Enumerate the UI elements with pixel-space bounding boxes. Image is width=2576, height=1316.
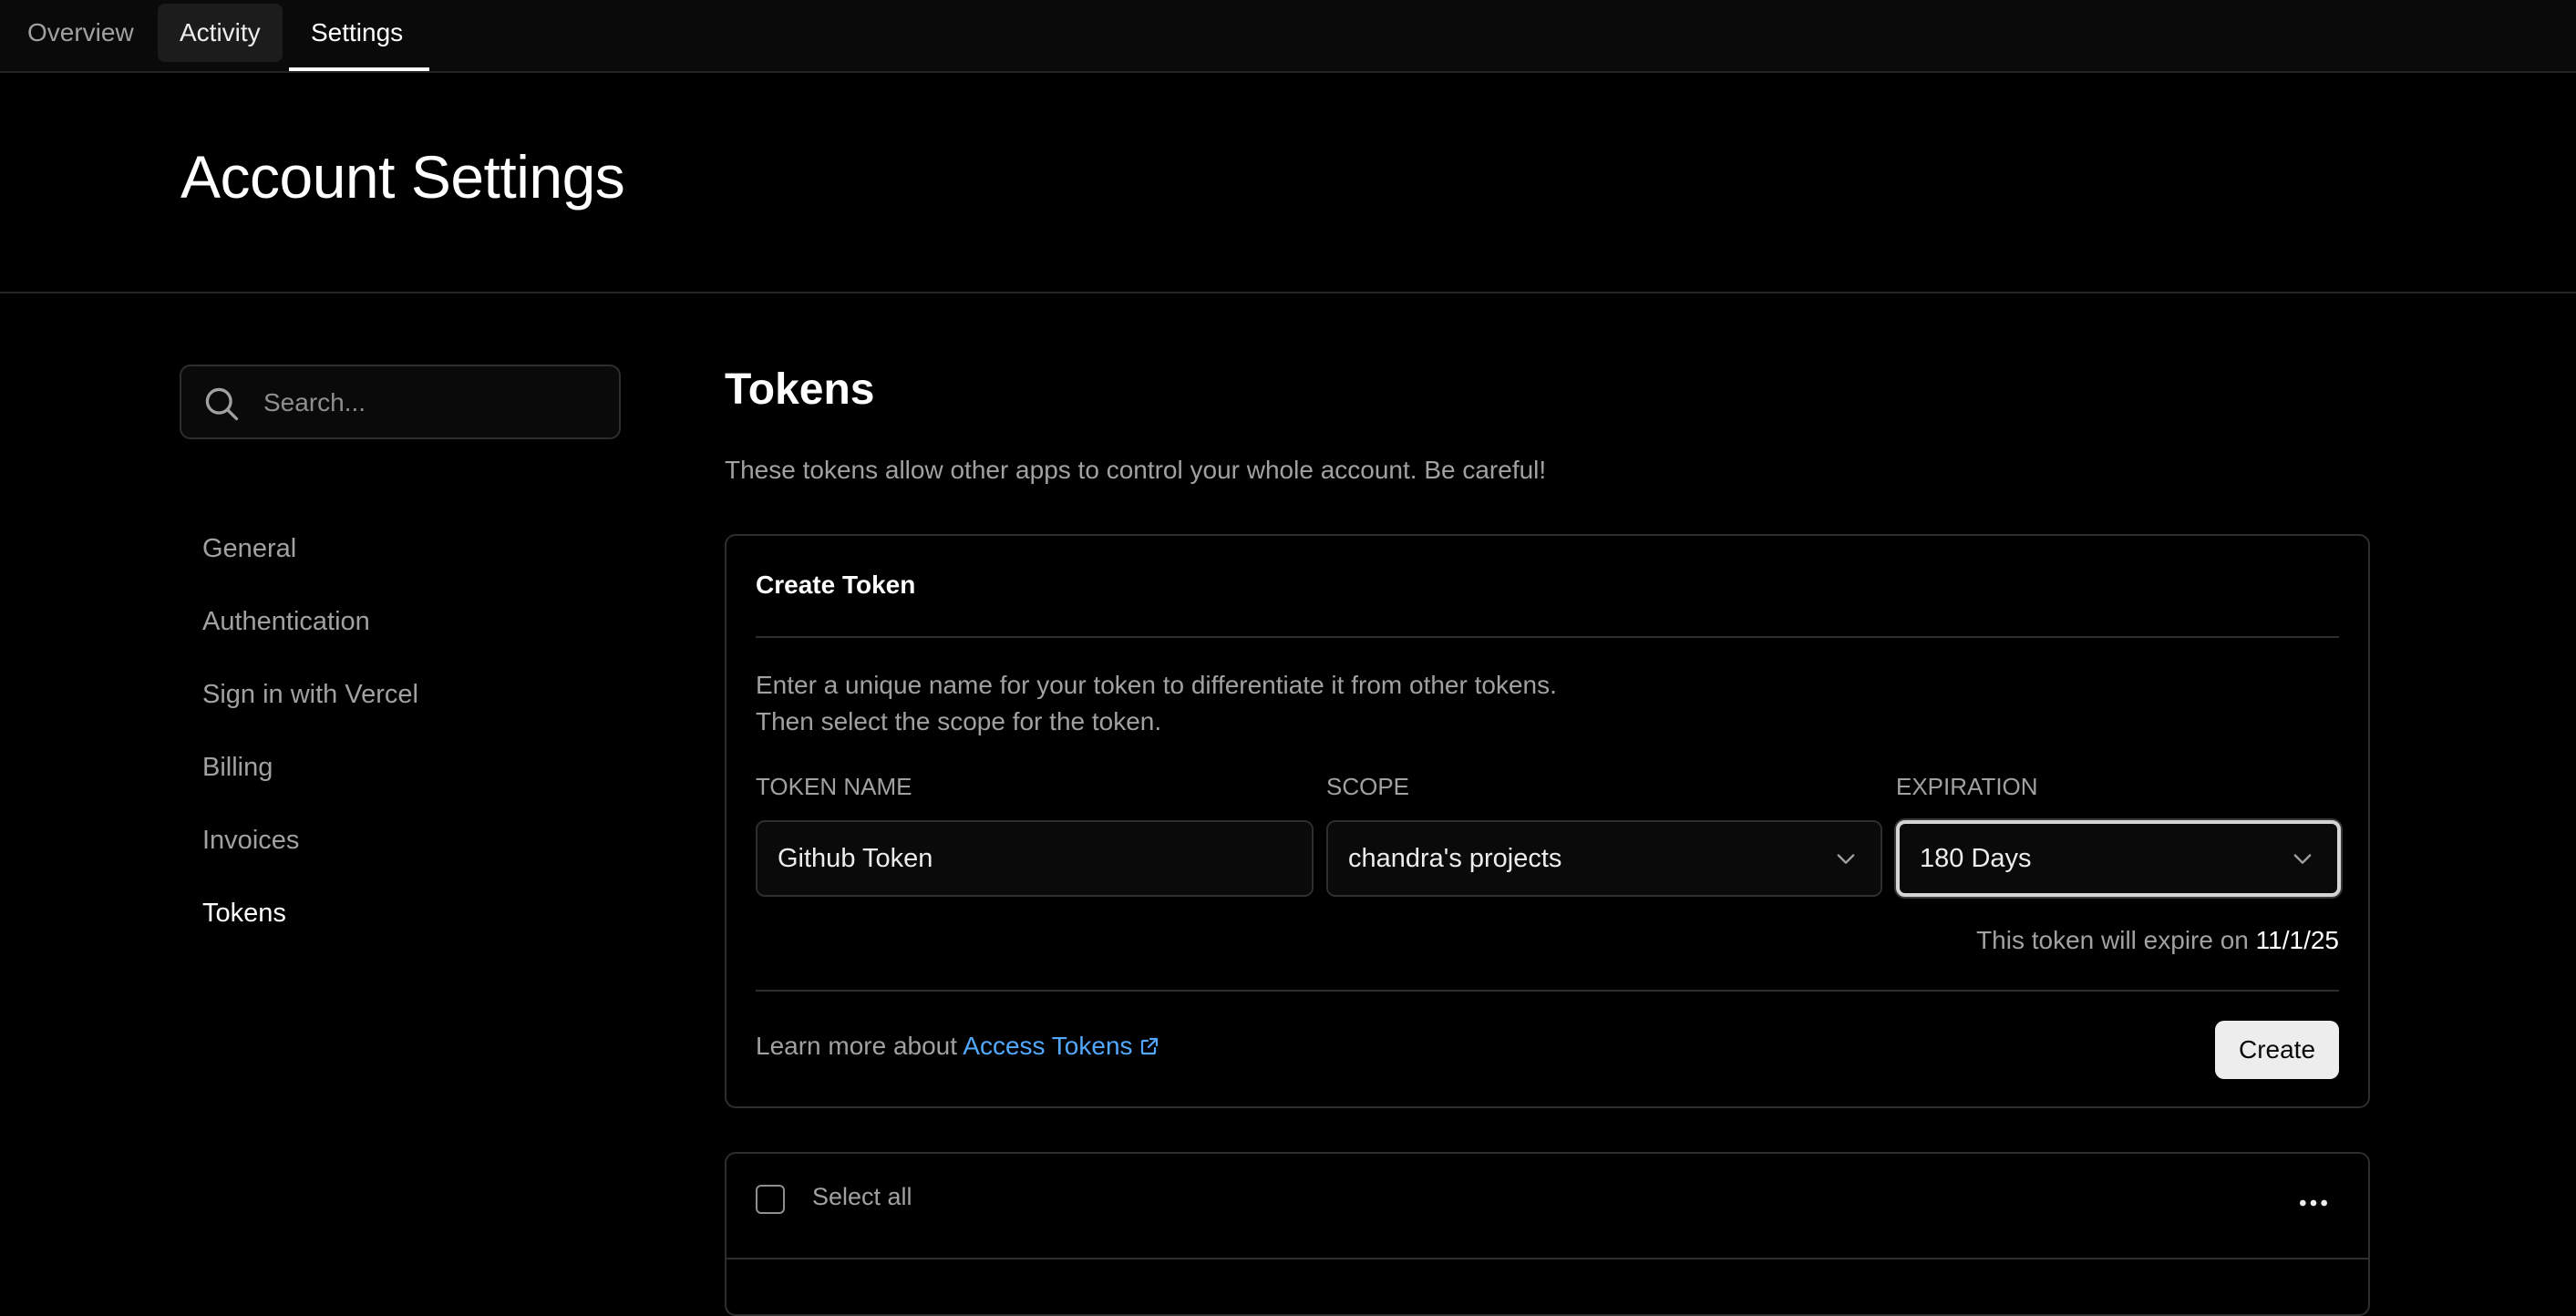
expiration-select[interactable]: 180 Days: [1896, 820, 2341, 897]
tab-settings[interactable]: Settings: [289, 4, 425, 62]
section-description: These tokens allow other apps to control…: [725, 456, 1547, 484]
token-name-input[interactable]: Github Token: [756, 820, 1314, 897]
expiry-note: This token will expire on 11/1/25: [1976, 926, 2339, 955]
tab-overview[interactable]: Overview: [5, 4, 156, 62]
sidebar-item-invoices[interactable]: Invoices: [202, 820, 299, 860]
token-name-value: Github Token: [778, 844, 933, 873]
card-description-line-1: Enter a unique name for your token to di…: [756, 671, 1557, 699]
card-description-line-2: Then select the scope for the token.: [756, 707, 1162, 735]
select-all-checkbox[interactable]: [756, 1185, 785, 1214]
tab-activity[interactable]: Activity: [158, 4, 283, 62]
scope-select[interactable]: chandra's projects: [1326, 820, 1882, 897]
scope-label: SCOPE: [1326, 773, 1410, 800]
create-token-card: Create Token Enter a unique name for you…: [725, 534, 2370, 1108]
external-link-icon: [1140, 1037, 1158, 1055]
chevron-down-icon: [2293, 854, 2312, 864]
search-box[interactable]: [180, 365, 621, 439]
expiry-prefix: This token will expire on: [1976, 926, 2249, 954]
sidebar-item-authentication[interactable]: Authentication: [202, 601, 370, 642]
card-divider: [756, 636, 2339, 638]
access-tokens-link-label: Access Tokens: [963, 1032, 1133, 1060]
token-list-card: Select all: [725, 1152, 2370, 1316]
sidebar-item-sign-in-with-vercel[interactable]: Sign in with Vercel: [202, 674, 418, 715]
sidebar-item-billing[interactable]: Billing: [202, 747, 273, 787]
sidebar-item-tokens[interactable]: Tokens: [202, 893, 286, 933]
learn-more-prefix: Learn more about: [756, 1032, 958, 1060]
card-divider: [756, 990, 2339, 992]
search-input[interactable]: [262, 366, 612, 439]
create-button[interactable]: Create: [2215, 1021, 2339, 1079]
expiry-date: 11/1/25: [2255, 926, 2339, 954]
more-horizontal-icon[interactable]: [2295, 1185, 2332, 1221]
expiration-label: EXPIRATION: [1896, 773, 2038, 800]
learn-more: Learn more about Access Tokens: [756, 1032, 1160, 1061]
expiration-value: 180 Days: [1920, 844, 2032, 873]
select-all-label: Select all: [812, 1183, 912, 1210]
active-tab-indicator: [289, 67, 429, 71]
top-nav: Overview Activity Settings: [0, 0, 2576, 73]
page-title: Account Settings: [180, 143, 625, 211]
scope-value: chandra's projects: [1348, 844, 1562, 873]
token-name-label: TOKEN NAME: [756, 773, 912, 800]
access-tokens-link[interactable]: Access Tokens: [963, 1032, 1159, 1060]
header-divider: [0, 292, 2576, 293]
list-divider: [726, 1258, 2368, 1259]
sidebar-item-general[interactable]: General: [202, 529, 296, 569]
search-icon: [205, 387, 239, 421]
section-title: Tokens: [725, 365, 875, 414]
chevron-down-icon: [1837, 854, 1855, 864]
card-title: Create Token: [756, 571, 916, 599]
